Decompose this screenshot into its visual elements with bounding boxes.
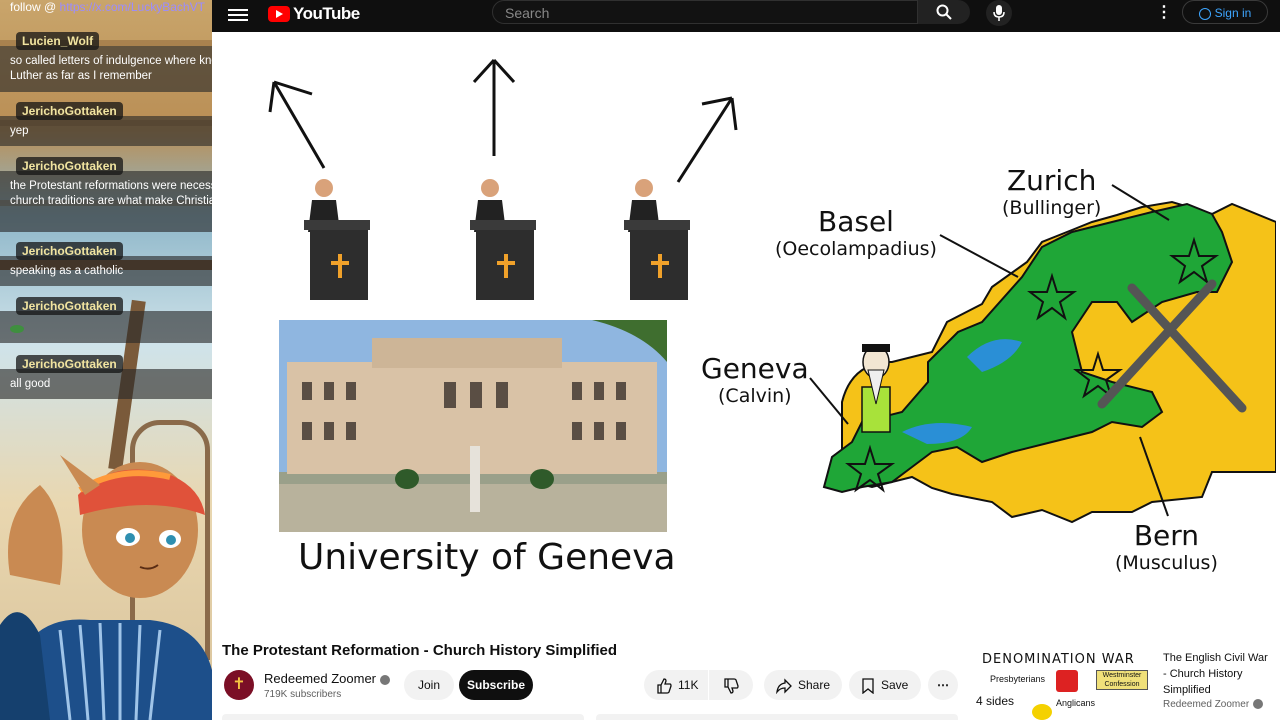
more-actions-icon[interactable]: ⋯	[928, 670, 958, 700]
thumb-label-anglicans: Anglicans	[1056, 698, 1096, 708]
channel-name-text: Redeemed Zoomer	[264, 671, 376, 686]
share-label: Share	[798, 678, 831, 692]
follow-prefix: follow @	[10, 0, 60, 14]
bern-city: Bern	[1133, 519, 1200, 552]
calvin-figure	[861, 344, 891, 433]
geneva-city: Geneva	[701, 352, 809, 385]
channel-avatar[interactable]: ✝	[224, 670, 254, 700]
account-icon	[1198, 7, 1211, 20]
follow-link[interactable]: https://x.com/LuckyBachVT	[60, 0, 205, 14]
youtube-play-icon	[268, 6, 290, 22]
zurich-person: (Bullinger)	[1002, 197, 1102, 219]
basel-city: Basel	[818, 205, 894, 238]
thumb-title: DENOMINATION WAR	[982, 652, 1135, 667]
university-photo	[279, 320, 667, 532]
bern-label: Bern (Musculus)	[1115, 519, 1218, 574]
share-button[interactable]: Share	[764, 670, 842, 700]
bookmark-icon	[862, 678, 874, 695]
preacher-at-pulpit	[470, 179, 536, 300]
verified-icon	[380, 674, 390, 685]
video-info-panel: The Protestant Reformation - Church Hist…	[212, 630, 1280, 720]
join-button[interactable]: Join	[404, 670, 454, 700]
geneva-label: Geneva (Calvin)	[701, 352, 809, 407]
chat-username: Lucien_Wolf	[16, 32, 100, 50]
chat-username: JerichoGottaken	[16, 157, 123, 175]
search-button[interactable]	[918, 0, 970, 24]
thumb-label-westminster: Westminster Confession	[1096, 670, 1148, 690]
preacher-at-pulpit	[624, 179, 690, 300]
chat-username: JerichoGottaken	[16, 242, 123, 260]
recommended-channel-name: Redeemed Zoomer	[1163, 699, 1250, 710]
thumbs-down-icon	[724, 678, 739, 694]
video-player[interactable]: University of Geneva Zurich (Bullinger) …	[212, 32, 1276, 630]
save-label: Save	[881, 678, 909, 692]
chat-username: JerichoGottaken	[16, 297, 123, 315]
search-icon	[936, 4, 952, 20]
recommended-channel[interactable]: Redeemed Zoomer	[1163, 699, 1264, 710]
save-button[interactable]: Save	[849, 670, 921, 700]
like-button[interactable]: 11K	[644, 670, 708, 700]
dislike-button[interactable]	[709, 670, 753, 700]
red-cross-flag-icon	[1056, 670, 1078, 692]
youtube-logo[interactable]: YouTube	[268, 4, 360, 24]
subscribe-button[interactable]: Subscribe	[459, 670, 533, 700]
vtuber-avatar	[0, 455, 212, 720]
preacher-at-pulpit	[304, 179, 370, 300]
recommended-thumbnail[interactable]: DENOMINATION WAR 4 sides Presbyterians W…	[972, 648, 1152, 720]
bern-person: (Musculus)	[1115, 552, 1218, 574]
like-count: 11K	[678, 678, 699, 692]
youtube-logo-text: YouTube	[293, 4, 360, 23]
menu-icon[interactable]	[228, 6, 248, 26]
zurich-label: Zurich (Bullinger)	[1002, 164, 1101, 219]
basel-person: (Oecolampadius)	[775, 238, 937, 260]
chat-username: JerichoGottaken	[16, 102, 123, 120]
video-title: The Protestant Reformation - Church Hist…	[222, 642, 618, 659]
recommended-title[interactable]: The English Civil War - Church History S…	[1163, 650, 1273, 698]
thumb-sides: 4 sides	[976, 694, 1015, 708]
university-caption: University of Geneva	[298, 537, 676, 578]
microphone-icon	[993, 5, 1005, 21]
thumb-label-presbyterians: Presbyterians	[990, 674, 1046, 684]
arrow-icon	[268, 58, 738, 183]
more-options-icon[interactable]: ⋮	[1156, 2, 1172, 22]
sign-in-button[interactable]: Sign in	[1182, 0, 1268, 24]
youtube-topbar: YouTube Search ⋮ Sign in	[212, 0, 1280, 32]
thumbs-up-icon	[657, 678, 672, 694]
frog-emote-icon	[10, 325, 24, 333]
follow-banner: follow @ https://x.com/LuckyBachVT	[10, 0, 205, 14]
channel-name[interactable]: Redeemed Zoomer	[264, 671, 390, 686]
subscriber-count: 719K subscribers	[264, 689, 342, 700]
share-icon	[776, 678, 792, 695]
chat-username: JerichoGottaken	[16, 355, 123, 373]
comments-box[interactable]	[596, 714, 958, 720]
zurich-city: Zurich	[1006, 164, 1097, 197]
geneva-person: (Calvin)	[718, 385, 792, 407]
sign-in-label: Sign in	[1214, 6, 1252, 20]
yellow-figure-icon	[1032, 704, 1052, 720]
description-box[interactable]	[222, 714, 584, 720]
verified-icon	[1253, 699, 1264, 710]
basel-label: Basel (Oecolampadius)	[775, 205, 937, 260]
search-input[interactable]: Search	[492, 0, 918, 24]
voice-search-button[interactable]	[986, 0, 1012, 26]
